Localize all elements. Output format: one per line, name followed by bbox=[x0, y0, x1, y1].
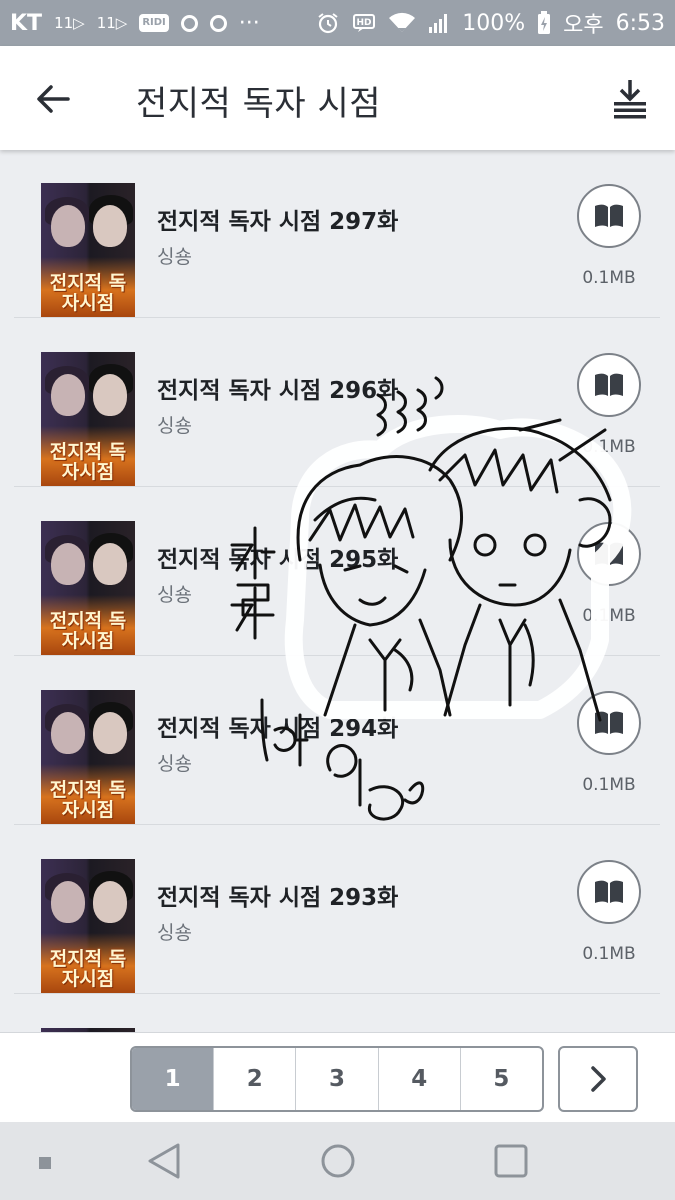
episode-author: 싱숑 bbox=[157, 922, 192, 944]
file-size: 0.1MB bbox=[582, 944, 636, 964]
cover-logo-text: 전지적 독자시점 bbox=[49, 948, 127, 990]
episode-title: 전지적 독자 시점 294화 bbox=[157, 716, 399, 742]
notification-ring-icon-2 bbox=[209, 14, 227, 32]
file-size: 0.1MB bbox=[582, 268, 636, 288]
episode-row-partial[interactable] bbox=[14, 995, 660, 1032]
episode-row[interactable]: 전지적 독자시점 전지적 독자 시점 295화싱숑 0.1MB bbox=[14, 488, 660, 656]
cover-logo-text: 전지적 독자시점 bbox=[49, 610, 127, 652]
recent-dot-icon bbox=[39, 1157, 51, 1169]
cover-thumbnail: 전지적 독자시점 bbox=[41, 859, 135, 993]
page-title: 전지적 독자 시점 bbox=[136, 84, 382, 124]
cover-thumbnail: 전지적 독자시점 bbox=[41, 352, 135, 486]
more-notifications-icon: ··· bbox=[238, 10, 260, 36]
episode-author: 싱숑 bbox=[157, 584, 192, 606]
file-size: 0.1MB bbox=[582, 437, 636, 457]
page-1-button[interactable]: 1 bbox=[132, 1048, 215, 1110]
episode-row[interactable]: 전지적 독자시점 전지적 독자 시점 293화싱숑 0.1MB bbox=[14, 826, 660, 994]
back-triangle-icon bbox=[148, 1143, 180, 1179]
signal-icon bbox=[428, 12, 450, 34]
alarm-icon bbox=[316, 11, 340, 35]
open-book-icon bbox=[595, 373, 623, 396]
cover-thumbnail: 전지적 독자시점 bbox=[41, 183, 135, 317]
open-book-icon bbox=[595, 880, 623, 903]
open-book-icon bbox=[595, 542, 623, 565]
carrier-label: KT bbox=[10, 10, 43, 36]
page-2-button[interactable]: 2 bbox=[214, 1048, 297, 1110]
download-icon bbox=[614, 80, 646, 119]
network-indicator-1: 11▷ bbox=[54, 14, 85, 32]
cover-logo-text: 전지적 독자시점 bbox=[49, 272, 127, 314]
recent-dot-button[interactable] bbox=[38, 1155, 52, 1174]
read-button[interactable] bbox=[577, 691, 641, 755]
cover-thumbnail: 전지적 독자시점 bbox=[41, 690, 135, 824]
episode-title: 전지적 독자 시점 297화 bbox=[157, 209, 399, 235]
read-button[interactable] bbox=[577, 184, 641, 248]
wifi-icon bbox=[388, 12, 416, 34]
episode-author: 싱숑 bbox=[157, 415, 192, 437]
page-5-button[interactable]: 5 bbox=[461, 1048, 542, 1110]
pagination-bar: 1 2 3 4 5 bbox=[0, 1032, 675, 1123]
app-header: 전지적 독자 시점 bbox=[0, 46, 675, 150]
back-button[interactable] bbox=[32, 78, 74, 120]
system-nav-bar bbox=[0, 1122, 675, 1200]
nav-overview-button[interactable] bbox=[493, 1142, 529, 1184]
page-3-button[interactable]: 3 bbox=[296, 1048, 379, 1110]
episode-row[interactable]: 전지적 독자시점 전지적 독자 시점 296화싱숑 0.1MB bbox=[14, 319, 660, 487]
svg-text:HD: HD bbox=[357, 18, 372, 28]
cover-logo-text: 전지적 독자시점 bbox=[49, 441, 127, 483]
read-button[interactable] bbox=[577, 353, 641, 417]
chevron-right-icon bbox=[591, 1066, 606, 1092]
episode-row[interactable]: 전지적 독자시점 전지적 독자 시점 297화싱숑 0.1MB bbox=[14, 150, 660, 318]
episode-title: 전지적 독자 시점 296화 bbox=[157, 378, 399, 404]
episode-author: 싱숑 bbox=[157, 246, 192, 268]
page-number-group: 1 2 3 4 5 bbox=[130, 1046, 544, 1112]
nav-back-button[interactable] bbox=[146, 1142, 182, 1184]
next-page-button[interactable] bbox=[558, 1046, 638, 1112]
ridi-app-icon: RIDI bbox=[139, 14, 169, 32]
open-book-icon bbox=[595, 204, 623, 227]
file-size: 0.1MB bbox=[582, 606, 636, 626]
episode-list: 전지적 독자시점 전지적 독자 시점 297화 싱숑 0.1MB 전지적 독자시점 전지적… bbox=[0, 150, 675, 1032]
home-circle-icon bbox=[321, 1144, 355, 1178]
read-button[interactable] bbox=[577, 860, 641, 924]
file-size: 0.1MB bbox=[582, 775, 636, 795]
network-indicator-2: 11▷ bbox=[96, 14, 128, 32]
status-bar: KT 11▷ 11▷ RIDI ··· HD 100% 오후 6:53 bbox=[0, 0, 675, 46]
arrow-left-icon bbox=[37, 85, 70, 113]
notification-ring-icon bbox=[180, 14, 198, 32]
cover-thumbnail: 전지적 독자시점 bbox=[41, 521, 135, 655]
open-book-icon bbox=[595, 711, 623, 734]
battery-percent: 100% bbox=[462, 10, 526, 36]
episode-title: 전지적 독자 시점 295화 bbox=[157, 547, 399, 573]
episode-title: 전지적 독자 시점 293화 bbox=[157, 885, 399, 911]
episode-author: 싱숑 bbox=[157, 753, 192, 775]
hd-voice-icon: HD bbox=[352, 12, 376, 34]
page-4-button[interactable]: 4 bbox=[379, 1048, 461, 1110]
cover-logo-text: 전지적 독자시점 bbox=[49, 779, 127, 821]
overview-square-icon bbox=[494, 1144, 528, 1178]
read-button[interactable] bbox=[577, 522, 641, 586]
time-ampm: 오후 bbox=[563, 13, 604, 38]
episode-row[interactable]: 전지적 독자시점 전지적 독자 시점 294화싱숑 0.1MB bbox=[14, 657, 660, 825]
battery-charging-icon bbox=[537, 11, 551, 35]
time-label: 6:53 bbox=[615, 10, 665, 36]
nav-home-button[interactable] bbox=[320, 1142, 356, 1184]
download-button[interactable] bbox=[610, 78, 650, 120]
